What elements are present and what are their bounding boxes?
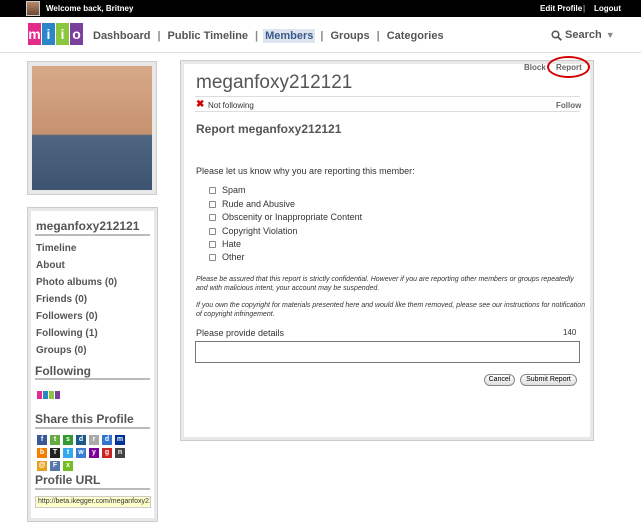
option-label: Obscenity or Inappropriate Content xyxy=(222,212,363,222)
chevron-down-icon: ▼ xyxy=(605,30,615,40)
sidebar-item-about[interactable]: About xyxy=(36,260,65,271)
edit-profile-link[interactable]: Edit Profile xyxy=(540,4,582,13)
search-icon xyxy=(551,29,562,41)
divider xyxy=(195,96,580,97)
search-label: Search xyxy=(565,29,602,41)
divider xyxy=(35,234,150,236)
char-counter: 140 xyxy=(563,328,577,337)
submit-report-button[interactable]: Submit Report xyxy=(520,374,577,386)
yahoo-icon[interactable]: y xyxy=(89,448,99,458)
report-prompt: Please let us know why you are reporting… xyxy=(196,166,415,176)
facebook-icon[interactable]: f xyxy=(37,435,47,445)
confidentiality-note: Please be assured that this report is st… xyxy=(196,276,574,292)
sidebar-item-photo-albums[interactable]: Photo albums (0) xyxy=(36,277,117,288)
miio-mini-logo-block xyxy=(43,391,48,399)
logo-letter: i xyxy=(42,23,55,45)
close-icon: ✖ xyxy=(196,99,205,110)
spam-checkbox[interactable] xyxy=(209,186,216,194)
obscenity-checkbox[interactable] xyxy=(209,213,216,221)
other-checkbox[interactable] xyxy=(209,253,216,261)
option-label: Other xyxy=(222,252,245,262)
topbar-separator: | xyxy=(583,4,586,13)
windows-live-icon[interactable]: w xyxy=(76,448,86,458)
stumbleupon-icon[interactable]: s xyxy=(63,435,73,445)
sidebar-item-timeline[interactable]: Timeline xyxy=(36,243,76,254)
option-other[interactable]: Other xyxy=(209,252,245,262)
logo-letter: o xyxy=(70,23,83,45)
search-menu[interactable]: Search ▼ xyxy=(551,29,615,41)
sidebar-item-groups[interactable]: Groups (0) xyxy=(36,345,87,356)
profile-url-field[interactable]: http://beta.ikegger.com/meganfoxy212121 xyxy=(35,496,151,508)
logout-link[interactable]: Logout xyxy=(594,4,621,13)
sidebar-item-following[interactable]: Following (1) xyxy=(36,328,98,339)
sidebar-item-friends[interactable]: Friends (0) xyxy=(36,294,87,305)
welcome-text: Welcome back, Britney xyxy=(46,4,134,13)
share-heading: Share this Profile xyxy=(35,412,134,426)
hate-checkbox[interactable] xyxy=(209,240,216,248)
email-icon[interactable]: @ xyxy=(37,461,47,471)
nav-groups[interactable]: Groups xyxy=(329,29,372,43)
furl-icon[interactable]: F xyxy=(50,461,60,471)
highlight-circle xyxy=(547,56,590,78)
blogger-icon[interactable]: b xyxy=(37,448,47,458)
profile-photo-frame xyxy=(27,61,157,195)
twitter-icon[interactable]: t xyxy=(63,448,73,458)
details-label: Please provide details xyxy=(196,328,285,338)
follow-status: Not following xyxy=(208,101,254,110)
follow-link[interactable]: Follow xyxy=(556,101,581,110)
option-copyright[interactable]: Copyright Violation xyxy=(209,226,297,236)
page-title: meganfoxy212121 xyxy=(196,72,353,93)
technorati-icon[interactable]: t xyxy=(50,435,60,445)
option-rude-abusive[interactable]: Rude and Abusive xyxy=(209,199,295,209)
newsvine-icon[interactable]: n xyxy=(115,448,125,458)
rude-abusive-checkbox[interactable] xyxy=(209,200,216,208)
profile-photo[interactable] xyxy=(32,66,152,190)
nav-public-timeline[interactable]: Public Timeline xyxy=(166,29,251,43)
divider xyxy=(35,378,150,380)
block-link[interactable]: Block xyxy=(524,63,546,72)
myspace-icon[interactable]: m xyxy=(115,435,125,445)
nav-links: Dashboard | Public Timeline | Members | … xyxy=(91,29,446,43)
mixx-icon[interactable]: x xyxy=(63,461,73,471)
share-icons: f t s d r d m b Tt w y g n @ Fx xyxy=(37,435,137,471)
following-heading: Following xyxy=(35,364,91,378)
miio-mini-logo-block xyxy=(55,391,60,399)
report-title: Report meganfoxy212121 xyxy=(196,122,342,136)
option-label: Spam xyxy=(222,185,246,195)
main-nav: miio Dashboard | Public Timeline | Membe… xyxy=(0,17,641,53)
following-item-miio[interactable] xyxy=(37,391,61,399)
logo-letter: m xyxy=(28,23,41,45)
miio-logo[interactable]: miio xyxy=(28,23,84,45)
logo-letter: i xyxy=(56,23,69,45)
miio-mini-logo-block xyxy=(49,391,54,399)
miio-mini-logo-block xyxy=(37,391,42,399)
details-textarea[interactable] xyxy=(195,341,580,363)
nav-members[interactable]: Members xyxy=(263,29,316,43)
option-spam[interactable]: Spam xyxy=(209,185,246,195)
divider xyxy=(35,488,150,490)
copyright-infringement-link[interactable]: copyright infringement xyxy=(204,311,273,318)
profile-url-heading: Profile URL xyxy=(35,473,101,487)
nav-categories[interactable]: Categories xyxy=(385,29,446,43)
option-label: Rude and Abusive xyxy=(222,199,296,209)
user-avatar[interactable] xyxy=(26,1,40,16)
divider xyxy=(35,427,150,429)
tumblr-icon[interactable]: T xyxy=(50,448,60,458)
digg-icon[interactable]: d xyxy=(76,435,86,445)
sidebar-username: meganfoxy212121 xyxy=(36,219,140,233)
google-icon[interactable]: g xyxy=(102,448,112,458)
copyright-note: If you own the copyright for materials p… xyxy=(196,302,586,318)
copyright-checkbox[interactable] xyxy=(209,227,216,235)
sidebar-item-followers[interactable]: Followers (0) xyxy=(36,311,98,322)
reddit-icon[interactable]: r xyxy=(89,435,99,445)
nav-dashboard[interactable]: Dashboard xyxy=(91,29,152,43)
option-label: Hate xyxy=(222,239,242,249)
option-hate[interactable]: Hate xyxy=(209,239,241,249)
delicious-icon[interactable]: d xyxy=(102,435,112,445)
cancel-button[interactable]: Cancel xyxy=(484,374,515,386)
top-bar: Welcome back, Britney Edit Profile | Log… xyxy=(0,0,641,17)
option-obscenity[interactable]: Obscenity or Inappropriate Content xyxy=(209,212,362,222)
divider xyxy=(195,111,580,112)
option-label: Copyright Violation xyxy=(222,226,298,236)
